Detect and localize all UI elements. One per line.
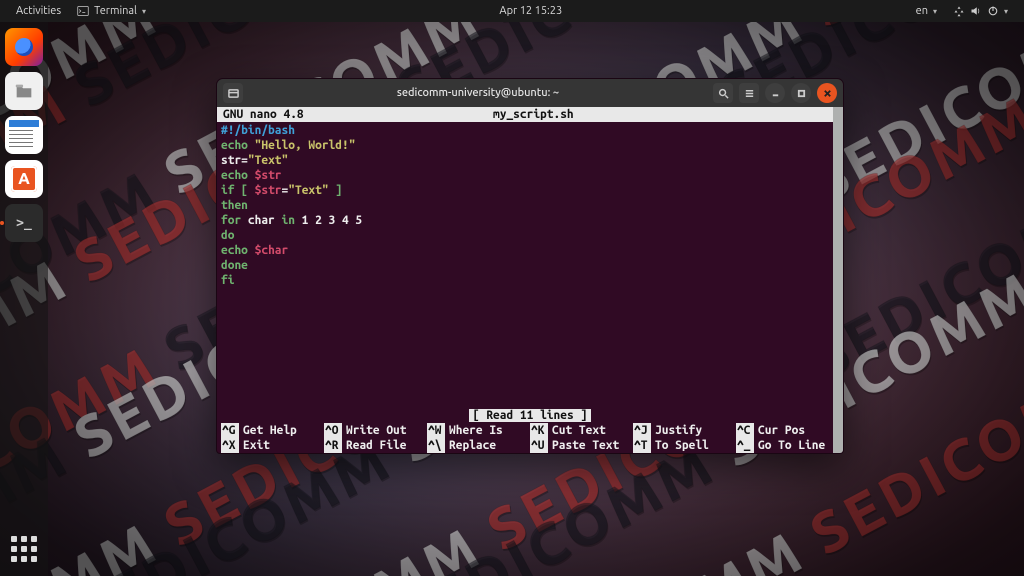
chevron-down-icon: ▾: [1004, 7, 1008, 16]
activities-button[interactable]: Activities: [8, 5, 69, 17]
menu-button[interactable]: [739, 83, 759, 103]
input-source-label: en: [916, 5, 928, 17]
new-tab-button[interactable]: [223, 83, 243, 103]
nano-help-item: ^WWhere Is: [427, 423, 530, 438]
appmenu-button[interactable]: Terminal ▾: [69, 5, 154, 17]
network-icon: [953, 5, 965, 17]
close-icon: [823, 89, 832, 98]
search-button[interactable]: [713, 83, 733, 103]
nano-help-item: ^KCut Text: [530, 423, 633, 438]
search-icon: [718, 88, 729, 99]
dock-app-terminal[interactable]: [5, 204, 43, 242]
nano-status: [ Read 11 lines ]: [217, 408, 843, 423]
nano-help-item: ^RRead File: [324, 438, 427, 453]
running-indicator-icon: [0, 221, 4, 225]
nano-status-text: [ Read 11 lines ]: [469, 409, 591, 422]
nano-help-item: ^\Replace: [427, 438, 530, 453]
terminal-small-icon: [77, 5, 89, 17]
nano-help-item: ^GGet Help: [221, 423, 324, 438]
terminal-content[interactable]: GNU nano 4.8 my_script.sh #!/bin/bashech…: [217, 107, 843, 453]
power-icon: [987, 5, 999, 17]
nano-help-item: ^JJustify: [633, 423, 736, 438]
gnome-topbar: Activities Terminal ▾ Apr 12 15:23 en ▾ …: [0, 0, 1024, 22]
window-scrollbar[interactable]: [833, 107, 843, 453]
volume-icon: [970, 5, 982, 17]
dock-app-firefox[interactable]: [5, 28, 43, 66]
nano-help-item: ^XExit: [221, 438, 324, 453]
chevron-down-icon: ▾: [142, 7, 146, 16]
chevron-down-icon: ▾: [933, 7, 937, 16]
maximize-icon: [797, 89, 806, 98]
nano-help-item: ^OWrite Out: [324, 423, 427, 438]
files-icon: [13, 80, 35, 102]
dock: [0, 22, 48, 576]
minimize-icon: [771, 89, 780, 98]
maximize-button[interactable]: [791, 83, 811, 103]
minimize-button[interactable]: [765, 83, 785, 103]
activities-label: Activities: [16, 5, 61, 17]
dock-app-writer[interactable]: [5, 116, 43, 154]
show-applications-button[interactable]: [7, 532, 41, 566]
hamburger-icon: [744, 88, 755, 99]
new-tab-icon: [228, 88, 239, 99]
nano-version: GNU nano 4.8: [217, 107, 304, 122]
nano-help-item: ^TTo Spell: [633, 438, 736, 453]
clock-label: Apr 12 15:23: [499, 5, 562, 17]
window-titlebar[interactable]: sedicomm-university@ubuntu: ~: [217, 79, 843, 107]
system-menu-button[interactable]: ▾: [945, 5, 1016, 17]
nano-editor-body[interactable]: #!/bin/bashecho "Hello, World!"str="Text…: [217, 122, 843, 288]
clock-button[interactable]: Apr 12 15:23: [491, 5, 570, 17]
dock-app-software[interactable]: [5, 160, 43, 198]
nano-help-bar: ^GGet Help^OWrite Out^WWhere Is^KCut Tex…: [217, 423, 843, 453]
nano-help-item: ^CCur Pos: [736, 423, 839, 438]
nano-help-item: ^_Go To Line: [736, 438, 839, 453]
nano-filename: my_script.sh: [304, 107, 763, 122]
terminal-window: sedicomm-university@ubuntu: ~ GNU nano 4…: [216, 78, 844, 454]
input-source-button[interactable]: en ▾: [908, 5, 945, 17]
appmenu-label: Terminal: [94, 5, 137, 17]
dock-app-files[interactable]: [5, 72, 43, 110]
window-title: sedicomm-university@ubuntu: ~: [249, 87, 707, 99]
close-button[interactable]: [817, 83, 837, 103]
nano-header: GNU nano 4.8 my_script.sh: [217, 107, 843, 122]
nano-help-item: ^UPaste Text: [530, 438, 633, 453]
